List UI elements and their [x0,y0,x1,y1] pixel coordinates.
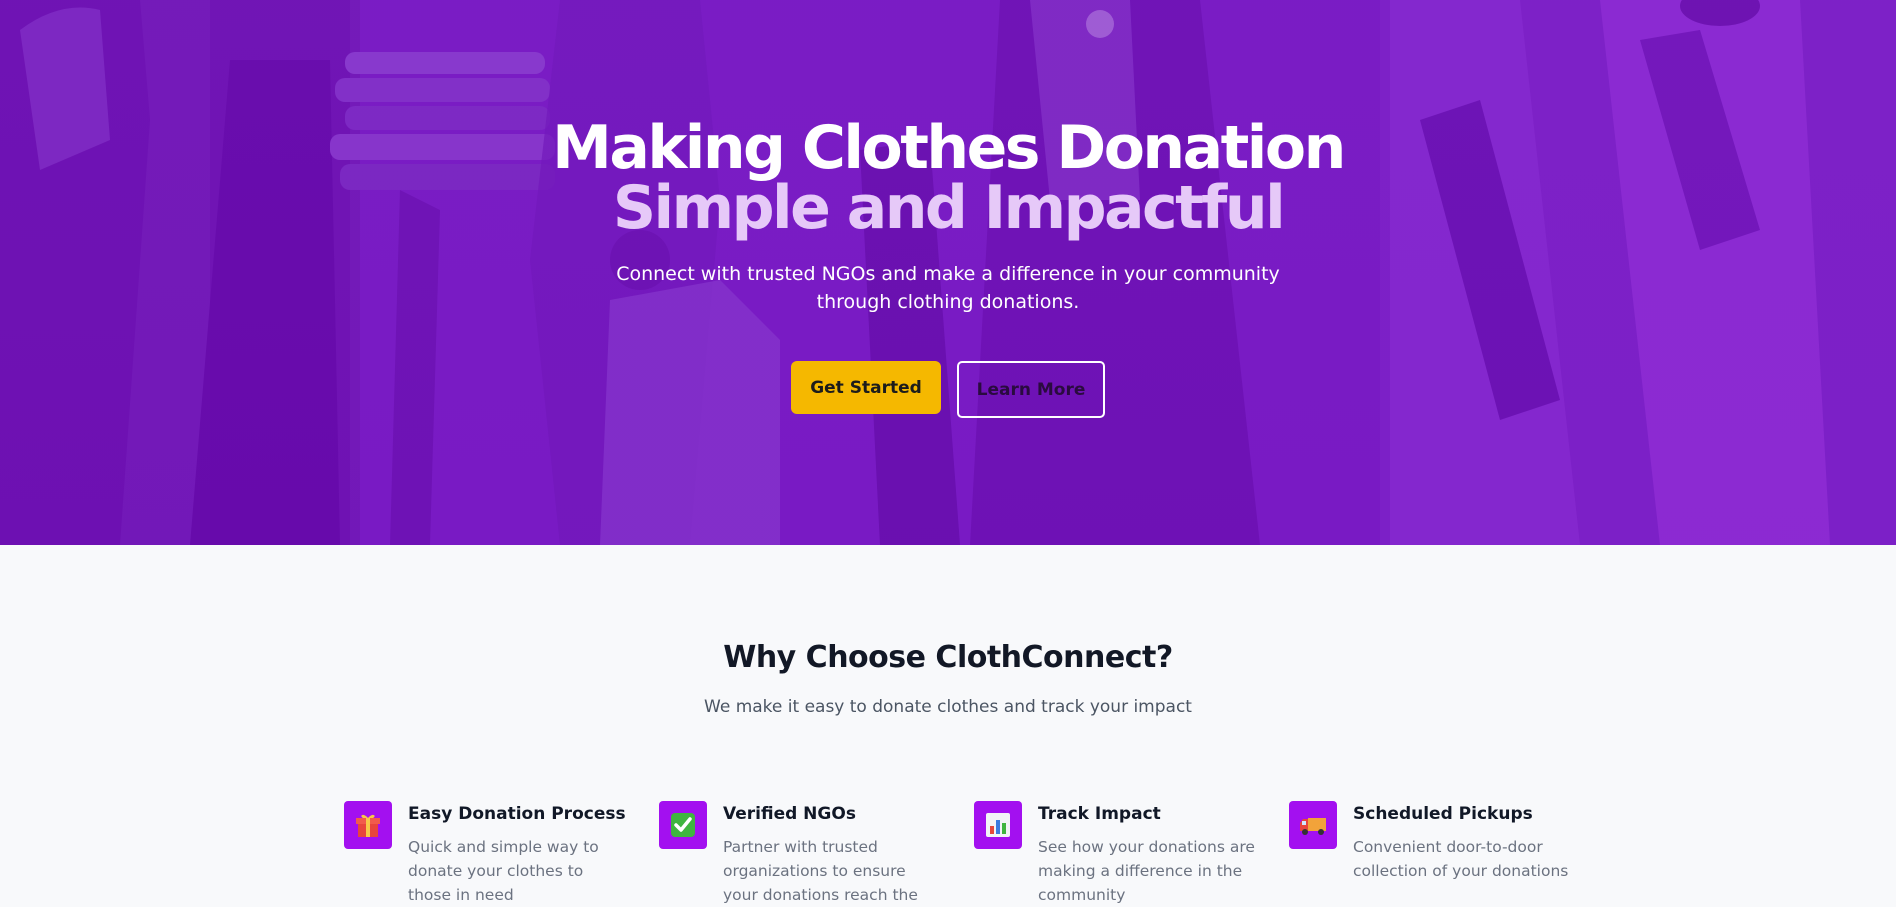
feature-text: Track Impact See how your donations are … [1038,801,1258,907]
feature-text: Verified NGOs Partner with trusted organ… [723,801,943,907]
truck-icon [1289,801,1337,849]
feature-description: See how your donations are making a diff… [1038,838,1255,904]
hero-subtitle: Connect with trusted NGOs and make a dif… [616,263,1280,313]
learn-more-button[interactable]: Learn More [957,361,1105,418]
hero-title: Making Clothes Donation Simple and Impac… [0,118,1896,238]
hero-buttons: Get Started Learn More [0,361,1896,418]
hero-section: Making Clothes Donation Simple and Impac… [0,0,1896,545]
features-list: Easy Donation Process Quick and simple w… [344,801,1604,907]
feature-title: Verified NGOs [723,804,856,824]
section-title: Why Choose ClothConnect? [723,640,1173,675]
why-section: Why Choose ClothConnect? We make it easy… [0,545,1896,904]
feature-item: Easy Donation Process Quick and simple w… [344,801,659,907]
gift-icon [344,801,392,849]
feature-item: Track Impact See how your donations are … [974,801,1289,907]
section-subtitle: We make it easy to donate clothes and tr… [704,697,1192,717]
feature-description: Partner with trusted organizations to en… [723,838,918,904]
feature-title: Track Impact [1038,804,1161,824]
get-started-button[interactable]: Get Started [791,361,941,414]
chart-icon [974,801,1022,849]
feature-description: Convenient door-to-door collection of yo… [1353,838,1569,880]
hero-title-line1: Making Clothes Donation [552,113,1346,183]
feature-item: Scheduled Pickups Convenient door-to-doo… [1289,801,1604,907]
feature-title: Scheduled Pickups [1353,804,1533,824]
hero-content: Making Clothes Donation Simple and Impac… [0,118,1896,316]
hero-title-line2: Simple and Impactful [612,173,1286,243]
feature-text: Scheduled Pickups Convenient door-to-doo… [1353,801,1573,883]
feature-item: Verified NGOs Partner with trusted organ… [659,801,974,907]
feature-text: Easy Donation Process Quick and simple w… [408,801,628,907]
check-icon [659,801,707,849]
feature-title: Easy Donation Process [408,804,626,824]
feature-description: Quick and simple way to donate your clot… [408,838,599,904]
